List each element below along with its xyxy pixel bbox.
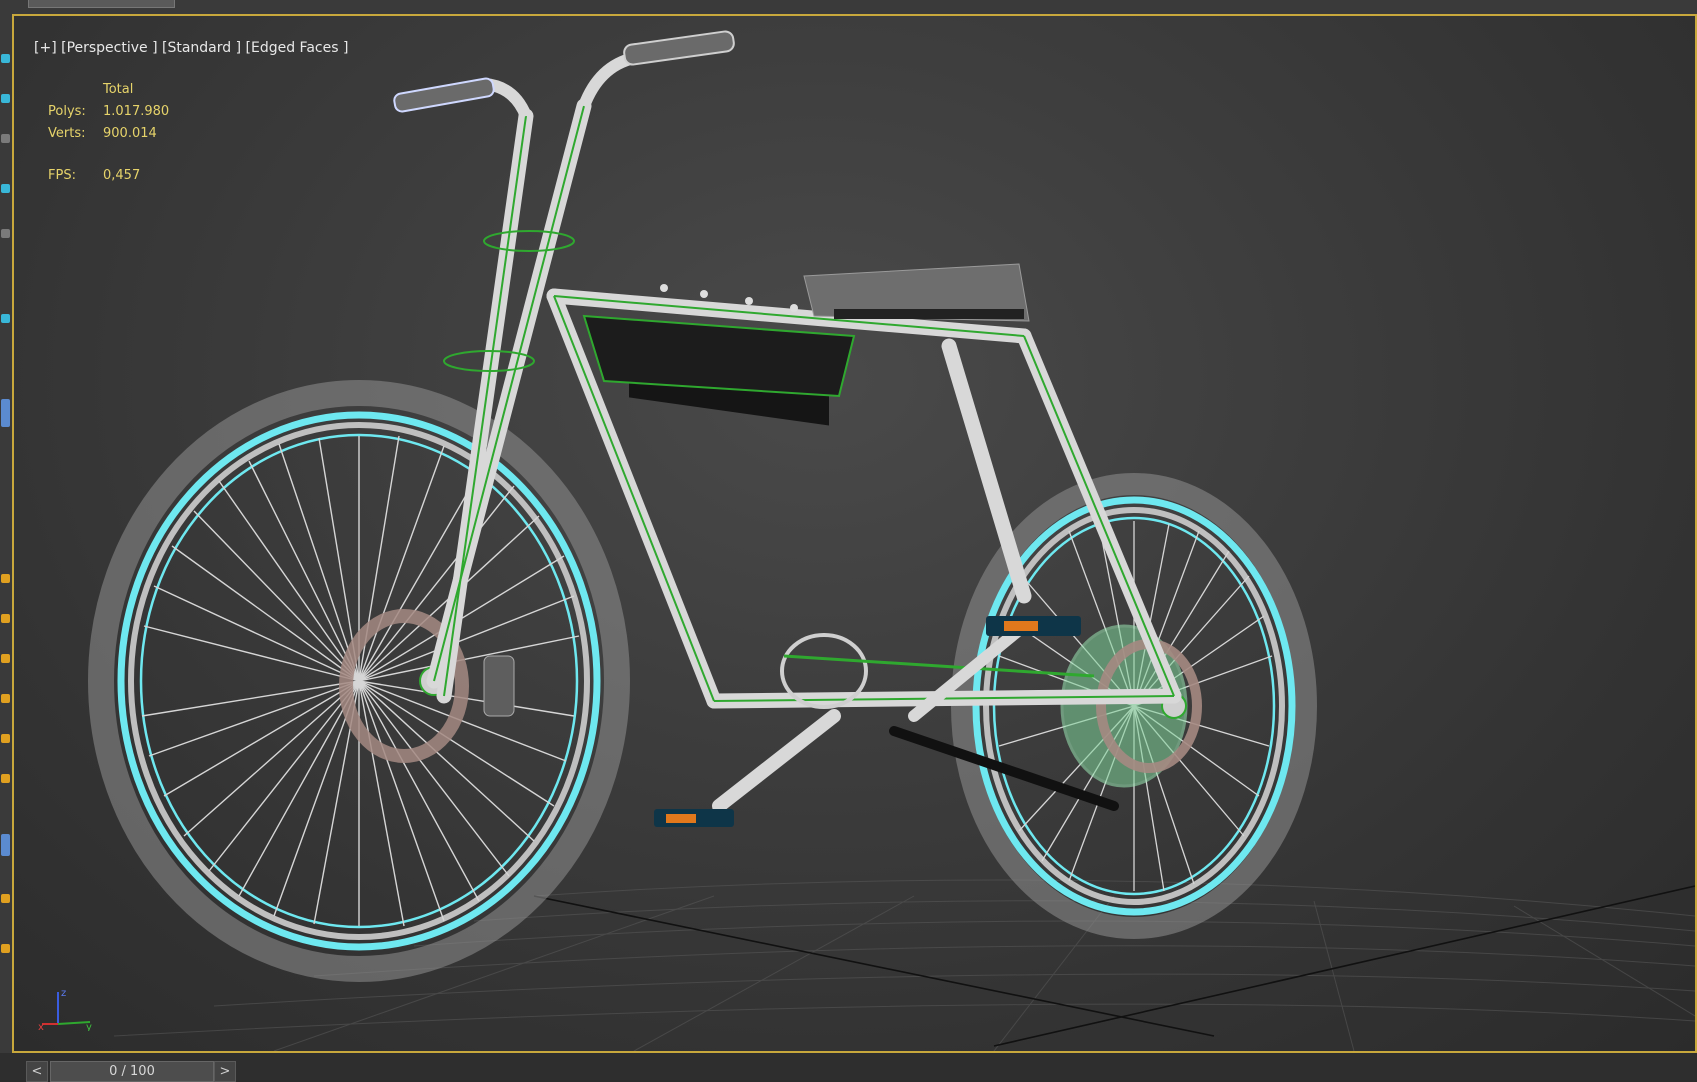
- stats-verts-value: 900.014: [103, 126, 157, 141]
- axis-y-label: y: [86, 1022, 92, 1031]
- scale-tool-icon[interactable]: [1, 184, 10, 193]
- stats-total-label: Total: [103, 82, 134, 97]
- top-menu-strip: [0, 0, 1697, 14]
- utility-panel-icon[interactable]: [1, 944, 10, 953]
- timeline-next-button[interactable]: >: [214, 1061, 236, 1082]
- bicycle-model[interactable]: [14, 16, 1695, 1051]
- front-wheel: [88, 380, 630, 982]
- timeline-bar: < 0 / 100 >: [0, 1053, 1697, 1082]
- stats-polys-label: Polys:: [48, 104, 86, 119]
- axis-x-label: x: [38, 1022, 44, 1031]
- axis-tripod-icon: z x y: [38, 988, 92, 1031]
- snap-tool-icon[interactable]: [1, 229, 10, 238]
- move-tool-icon[interactable]: [1, 94, 10, 103]
- helper-tool-icon[interactable]: [1, 654, 10, 663]
- axis-z-label: z: [61, 988, 66, 999]
- lights-panel-icon[interactable]: [1, 894, 10, 903]
- light-tool-icon[interactable]: [1, 574, 10, 583]
- geometry-tool-icon[interactable]: [1, 834, 10, 856]
- handlebars: [393, 30, 735, 119]
- ribbon-tab[interactable]: [28, 0, 175, 8]
- spacewarp-tool-icon[interactable]: [1, 694, 10, 703]
- rotate-tool-icon[interactable]: [1, 134, 10, 143]
- select-tool-icon[interactable]: [1, 54, 10, 63]
- active-tool-icon[interactable]: [1, 399, 10, 427]
- stats-fps-value: 0,457: [103, 168, 141, 183]
- left-toolbar: [0, 14, 12, 1053]
- seat: [803, 263, 1030, 322]
- shapes-tool-icon[interactable]: [1, 774, 10, 783]
- drivetrain: [654, 616, 1119, 827]
- stats-polys-value: 1.017.980: [103, 104, 170, 119]
- time-slider[interactable]: 0 / 100: [50, 1061, 214, 1082]
- stats-verts-label: Verts:: [48, 126, 86, 141]
- stats-fps-label: FPS:: [48, 168, 76, 183]
- camera-tool-icon[interactable]: [1, 614, 10, 623]
- perspective-viewport[interactable]: [+] [Perspective ] [Standard ] [Edged Fa…: [12, 14, 1697, 1053]
- viewport-label-menu[interactable]: [+] [Perspective ] [Standard ] [Edged Fa…: [34, 40, 348, 56]
- systems-tool-icon[interactable]: [1, 734, 10, 743]
- statistics-overlay: Total Polys: 1.017.980 Verts: 900.014 FPS:…: [48, 82, 169, 190]
- link-tool-icon[interactable]: [1, 314, 10, 323]
- timeline-prev-button[interactable]: <: [26, 1061, 48, 1082]
